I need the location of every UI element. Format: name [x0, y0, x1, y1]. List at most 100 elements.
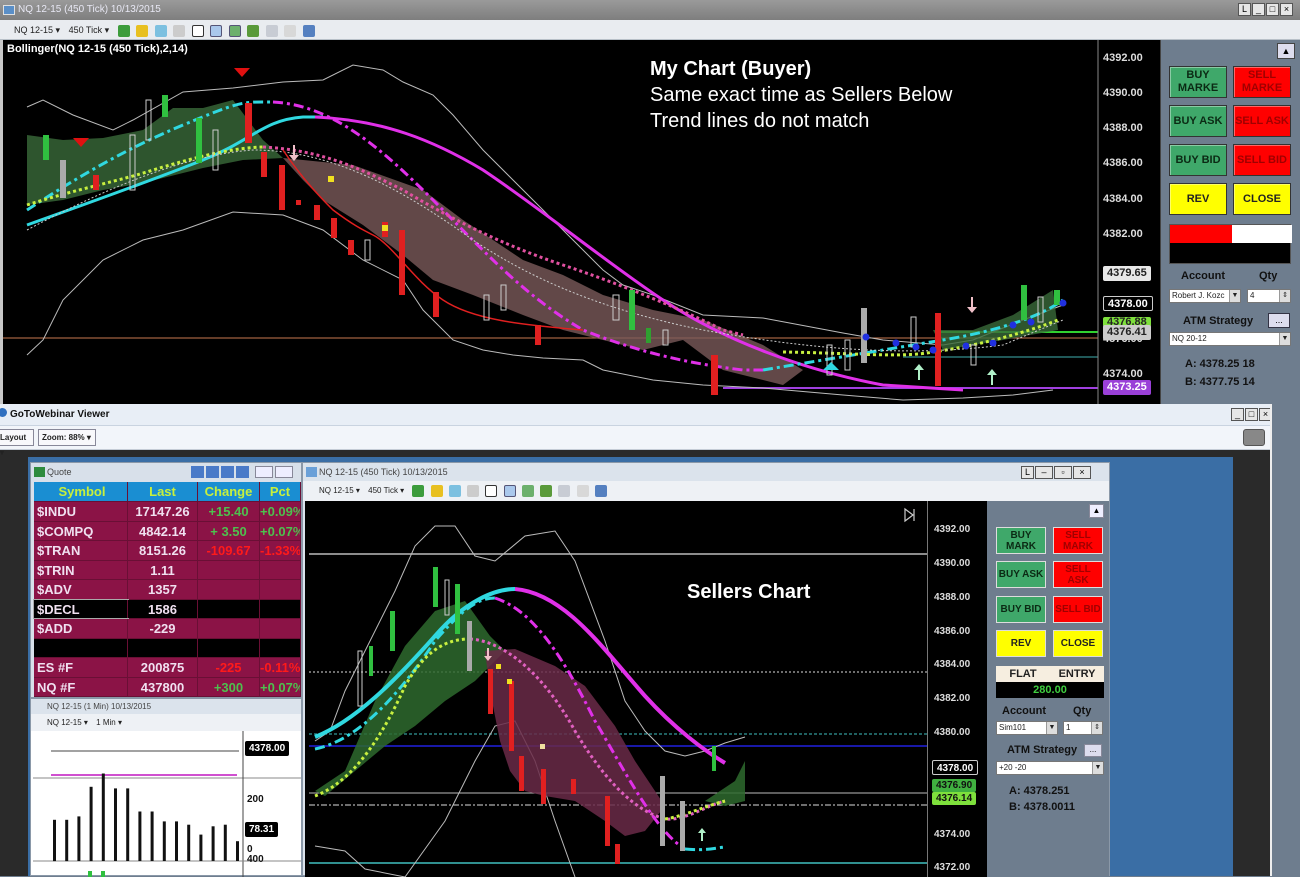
add-indicator-icon[interactable] — [154, 24, 167, 37]
buy-ask-button[interactable]: BUY ASK — [1169, 105, 1227, 137]
spinner-icon[interactable]: ⇕ — [1279, 290, 1290, 302]
interval-selector[interactable]: 450 Tick ▾ — [69, 20, 110, 40]
sell-market-button[interactable]: SELL MARKE — [1233, 66, 1291, 98]
zoom-icon[interactable] — [210, 24, 223, 37]
crosshair-icon[interactable] — [191, 24, 204, 37]
quote-row[interactable]: $ADD -229 — [34, 619, 301, 639]
link-button[interactable]: L — [1021, 466, 1034, 479]
sell-bid-button[interactable]: SELL BID — [1053, 596, 1103, 623]
quote-row[interactable]: $ADV 1357 — [34, 580, 301, 600]
qty-input[interactable]: 4 ⇕ — [1247, 289, 1291, 303]
window-layout-icon[interactable] — [594, 484, 607, 497]
properties-icon[interactable] — [558, 484, 571, 497]
chart-trader-icon[interactable] — [228, 24, 241, 37]
axis-tick: 4392.00 — [934, 524, 971, 535]
column-header[interactable]: Change — [198, 482, 260, 501]
quote-row[interactable]: $DECL 1586 — [33, 598, 301, 619]
columns-icon[interactable] — [191, 466, 204, 478]
collapse-up-icon[interactable]: ▲ — [1089, 504, 1104, 518]
spinner-icon[interactable]: ⇕ — [1091, 722, 1102, 734]
templates-icon[interactable] — [284, 24, 297, 37]
restore-button[interactable]: ▫ — [1054, 466, 1072, 479]
instrument-selector[interactable]: NQ 12-15 ▾ — [319, 481, 360, 501]
drawing-pencil-icon[interactable] — [430, 484, 443, 497]
reverse-button[interactable]: REV — [996, 630, 1046, 657]
interval-selector[interactable]: 1 Min ▾ — [96, 714, 122, 731]
buy-market-button[interactable]: BUY MARK — [996, 527, 1046, 554]
sell-ask-button[interactable]: SELL ASK — [1233, 105, 1291, 137]
buy-market-button[interactable]: BUY MARKE — [1169, 66, 1227, 98]
maximize-button[interactable]: □ — [1266, 3, 1279, 16]
zoom-dropdown[interactable]: Zoom: 88% ▾ — [38, 429, 96, 446]
quote-row[interactable]: $INDU 17147.26 +15.40 +0.09% — [34, 502, 301, 522]
screenshot-camera-icon[interactable] — [1243, 429, 1265, 446]
zoom-icon[interactable] — [503, 484, 516, 497]
interval-selector[interactable]: 450 Tick ▾ — [368, 481, 404, 501]
column-header[interactable]: Last — [128, 482, 198, 501]
scroll-to-end-icon[interactable] — [904, 507, 915, 523]
volume-bar — [150, 811, 154, 861]
buy-bid-button[interactable]: BUY BID — [1169, 144, 1227, 176]
quote-row[interactable]: NQ #F 437800 +300 +0.07% — [34, 677, 301, 697]
instrument-selector[interactable]: NQ 12-15 ▾ — [14, 20, 60, 40]
maximize-button[interactable]: □ — [1245, 408, 1258, 421]
webinar-window-controls: _ □ × — [1231, 408, 1272, 421]
close-button[interactable]: × — [1073, 466, 1091, 479]
atm-options-button[interactable]: ... — [1268, 313, 1290, 328]
window-layout-icon[interactable] — [302, 24, 315, 37]
column-header[interactable]: Pct — [260, 482, 301, 501]
atm-strategy-select[interactable]: NQ 20-12 ▼ — [1169, 332, 1291, 346]
data-box-icon[interactable] — [247, 24, 260, 37]
crosshair-icon[interactable] — [485, 484, 498, 497]
save-icon[interactable] — [206, 466, 219, 478]
axis-tick: 4384.00 — [934, 659, 971, 670]
price-tag: 4376.41 — [1103, 325, 1151, 340]
buyer-price-chart[interactable]: Bollinger(NQ 12-15 (450 Tick),2,14) My C… — [0, 40, 1160, 404]
pin-icon[interactable] — [236, 466, 249, 478]
add-indicator-icon[interactable] — [448, 484, 461, 497]
account-select[interactable]: Robert J. Kozc ▼ — [1169, 289, 1241, 303]
atm-strategy-select[interactable]: +20 -20 ▼ — [996, 761, 1104, 775]
column-header[interactable]: Symbol — [34, 482, 128, 501]
link-button[interactable]: L — [1238, 3, 1251, 16]
collapse-up-icon[interactable]: ▲ — [1277, 43, 1295, 59]
close-button[interactable]: × — [1280, 3, 1293, 16]
close-position-button[interactable]: CLOSE — [1233, 183, 1291, 215]
layout-dropdown[interactable]: Layout ▾ — [0, 429, 34, 457]
quote-row[interactable]: ES #F 200875 -225 -0.11% — [34, 658, 301, 678]
minimize-button[interactable] — [255, 466, 273, 478]
buy-ask-button[interactable]: BUY ASK — [996, 561, 1046, 588]
drawing-pencil-icon[interactable] — [136, 24, 149, 37]
strategy-icon[interactable] — [173, 24, 186, 37]
data-box-icon[interactable] — [540, 484, 553, 497]
minimize-button[interactable]: _ — [1252, 3, 1265, 16]
instrument-selector[interactable]: NQ 12-15 ▾ — [47, 714, 88, 731]
quote-symbol: $ADD — [34, 619, 128, 638]
minimize-button[interactable]: – — [1035, 466, 1053, 479]
sellers-price-chart[interactable]: Sellers Chart — [305, 501, 927, 877]
buy-bid-button[interactable]: BUY BID — [996, 596, 1046, 623]
bar-type-icon[interactable] — [117, 24, 130, 37]
templates-icon[interactable] — [576, 484, 589, 497]
quote-row[interactable]: $COMPQ 4842.14 + 3.50 +0.07% — [34, 521, 301, 541]
quote-row[interactable]: $TRIN 1.11 — [34, 560, 301, 580]
export-icon[interactable] — [221, 466, 234, 478]
bar-type-icon[interactable] — [412, 484, 425, 497]
strategy-icon[interactable] — [467, 484, 480, 497]
close-position-button[interactable]: CLOSE — [1053, 630, 1103, 657]
sellers-chart-window: NQ 12-15 (450 Tick) 10/13/2015 L – ▫ × N… — [302, 462, 1110, 877]
chart-trader-icon[interactable] — [521, 484, 534, 497]
restore-button[interactable] — [275, 466, 293, 478]
minimize-button[interactable]: _ — [1231, 408, 1244, 421]
sell-bid-button[interactable]: SELL BID — [1233, 144, 1291, 176]
sell-ask-button[interactable]: SELL ASK — [1053, 561, 1103, 588]
reverse-button[interactable]: REV — [1169, 183, 1227, 215]
axis-tick: 4380.00 — [934, 727, 971, 738]
quote-row[interactable]: $TRAN 8151.26 -109.67 -1.33% — [34, 541, 301, 561]
properties-icon[interactable] — [265, 24, 278, 37]
quote-row[interactable] — [34, 638, 301, 658]
qty-input[interactable]: 1 ⇕ — [1063, 721, 1103, 735]
atm-options-button[interactable]: ... — [1084, 744, 1102, 757]
sell-market-button[interactable]: SELL MARK — [1053, 527, 1103, 554]
account-select[interactable]: Sim101 ▼ — [996, 721, 1058, 735]
